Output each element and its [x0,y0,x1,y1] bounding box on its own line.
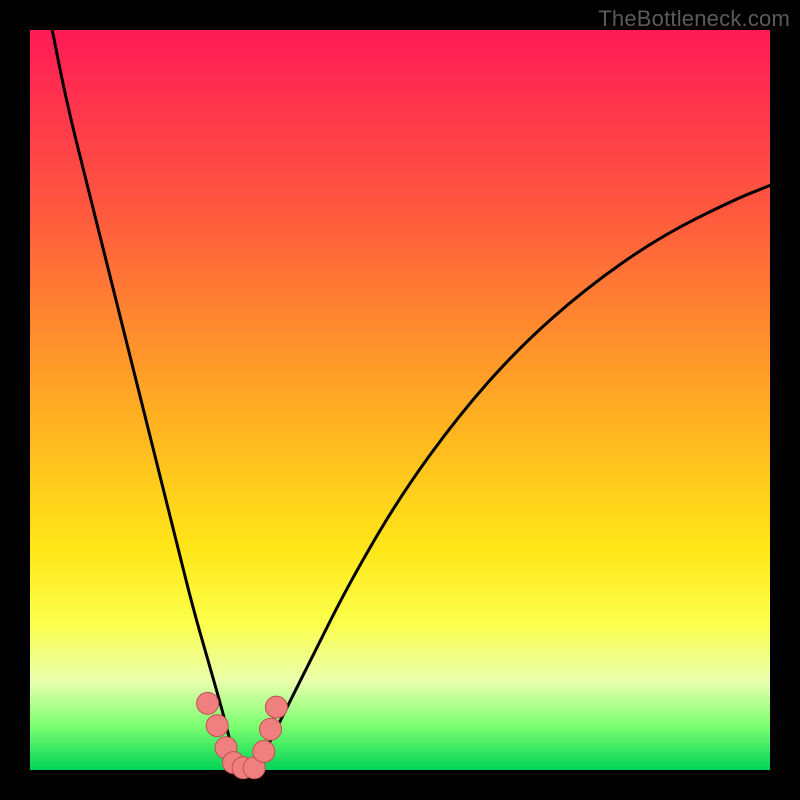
plot-area [30,30,770,770]
curve-markers [197,692,288,778]
curve-marker [206,715,228,737]
watermark-text: TheBottleneck.com [598,6,790,32]
curve-marker [265,696,287,718]
curve-marker [197,692,219,714]
curve-svg [30,30,770,770]
curve-marker [253,741,275,763]
curve-marker [260,718,282,740]
outer-frame: TheBottleneck.com [0,0,800,800]
bottleneck-curve [52,30,770,770]
